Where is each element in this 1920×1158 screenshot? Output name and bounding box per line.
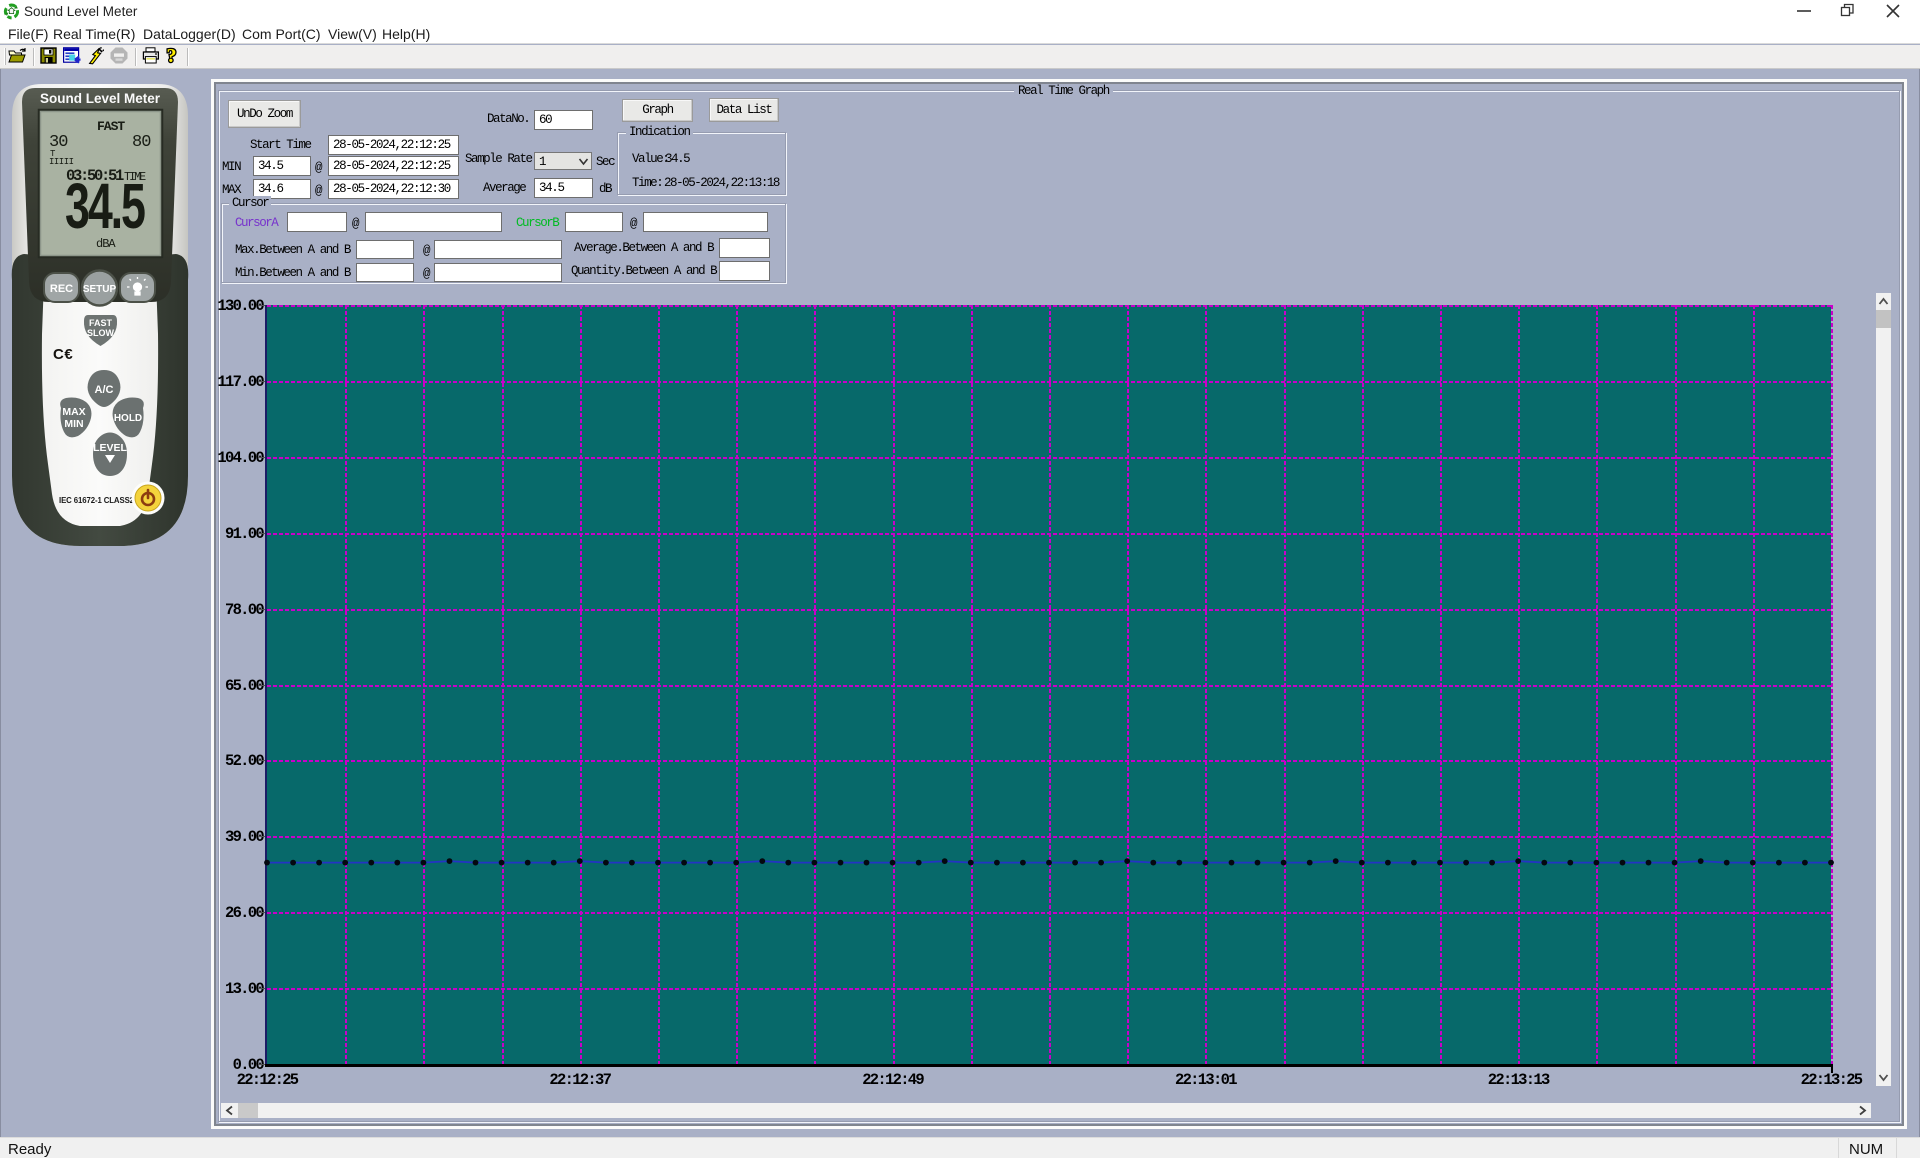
svg-text:MIN: MIN (64, 418, 83, 430)
svg-text:A/C: A/C (95, 384, 114, 396)
svg-text:FAST: FAST (97, 119, 125, 134)
svg-text:LEVEL: LEVEL (93, 442, 127, 454)
svg-text:SLOW: SLOW (87, 328, 115, 338)
svg-text:?: ? (167, 46, 177, 65)
svg-text:80: 80 (132, 133, 151, 152)
svg-text:REC: REC (50, 283, 73, 295)
svg-text:IEC 61672-1 CLASS2: IEC 61672-1 CLASS2 (59, 496, 135, 505)
svg-text:FAST: FAST (89, 318, 113, 328)
svg-text:HOLD: HOLD (114, 413, 142, 424)
svg-text:MAX: MAX (62, 406, 85, 418)
svg-text:SETUP: SETUP (83, 284, 117, 295)
svg-text:dBA: dBA (96, 237, 116, 251)
svg-text:C€: C€ (53, 346, 73, 363)
svg-text:34.5: 34.5 (65, 170, 145, 242)
svg-text:Sound Level Meter: Sound Level Meter (40, 91, 161, 106)
svg-text:IIIII: IIIII (49, 157, 74, 167)
